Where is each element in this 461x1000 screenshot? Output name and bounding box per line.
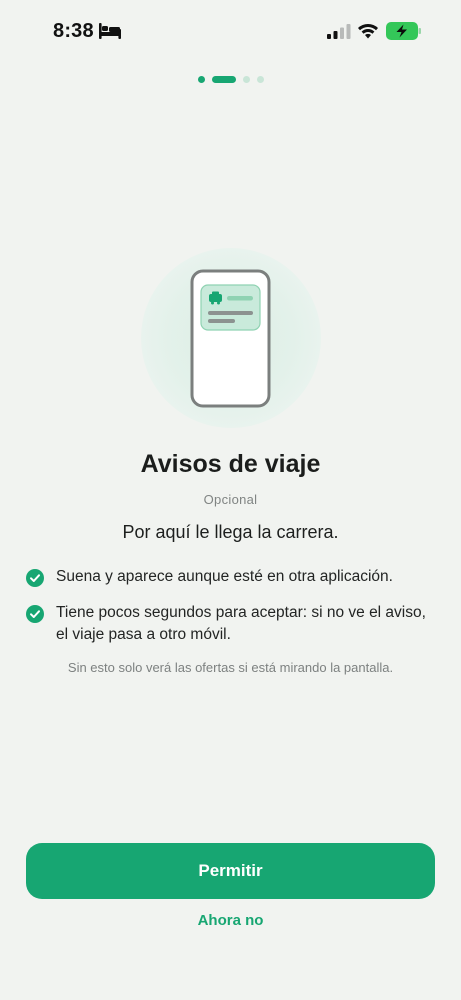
benefits-list: Suena y aparece aunque esté en otra apli… <box>26 566 426 660</box>
benefit-text: Tiene pocos segundos para aceptar: si no… <box>56 604 426 643</box>
bed-icon <box>99 23 121 39</box>
optional-label: Opcional <box>203 492 258 507</box>
benefit-item: Suena y aparece aunque esté en otra apli… <box>26 566 426 588</box>
footnote: Sin esto solo verá las ofertas si está m… <box>67 660 394 675</box>
allow-button[interactable]: Permitir <box>26 843 435 899</box>
step-indicator <box>0 76 461 83</box>
benefit-item: Tiene pocos segundos para aceptar: si no… <box>26 602 426 646</box>
permission-screen: 8:38 Avisos de viaje Opcional Por aquí l… <box>0 0 461 1000</box>
battery-charging-icon <box>386 22 421 40</box>
status-bar: 8:38 <box>0 0 461 62</box>
phone-notification-illustration <box>141 248 321 428</box>
not-now-link[interactable]: Ahora no <box>0 912 461 929</box>
signal-icon <box>327 24 351 39</box>
check-circle-icon <box>26 569 44 587</box>
status-time: 8:38 <box>53 20 94 42</box>
page-subtitle: Por aquí le llega la carrera. <box>122 522 339 542</box>
step-dot <box>256 76 264 83</box>
step-dot <box>197 76 205 83</box>
wifi-icon <box>358 24 378 39</box>
step-dot <box>242 76 250 83</box>
page-title: Avisos de viaje <box>140 450 321 478</box>
step-dot-current <box>211 76 236 83</box>
check-circle-icon <box>26 605 44 623</box>
benefit-text: Suena y aparece aunque esté en otra apli… <box>56 568 393 585</box>
